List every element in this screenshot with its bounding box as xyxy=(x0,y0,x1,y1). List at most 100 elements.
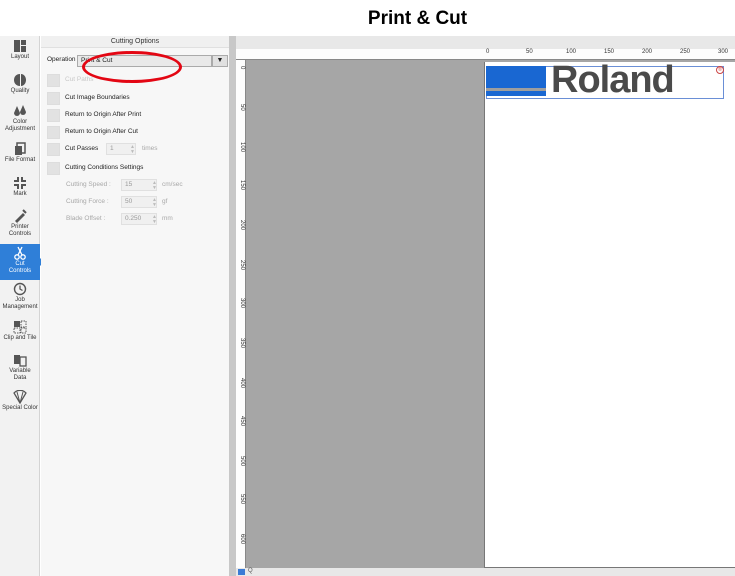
cut-passes-checkbox[interactable] xyxy=(47,143,60,156)
ruler-y-label: 300 xyxy=(239,298,245,309)
rail-item-special-color[interactable]: Special Color xyxy=(0,390,40,416)
ruler-y-label: 0 xyxy=(239,66,245,70)
cut-image-boundaries-label: Cut Image Boundaries xyxy=(65,94,130,101)
ruler-y-label: 150 xyxy=(239,180,245,191)
cut-passes-label: Cut Passes xyxy=(65,145,99,152)
rail-item-mark[interactable]: Mark xyxy=(0,176,40,202)
fit-view-icon[interactable] xyxy=(238,569,245,575)
return-after-cut-label: Return to Origin After Cut xyxy=(65,128,138,135)
vertical-ruler: 0 50 100 150 200 250 300 350 400 450 500… xyxy=(236,60,246,568)
ruler-x-label: 100 xyxy=(566,49,577,55)
blade-offset-spinner-icon[interactable]: ▲ ▼ xyxy=(152,215,157,225)
cutting-force-label: Cutting Force : xyxy=(66,198,109,205)
ruler-y-label: 500 xyxy=(239,456,245,467)
rail-item-label: Printer Controls xyxy=(8,224,32,237)
ruler-y-label: 350 xyxy=(239,338,245,349)
ruler-y-label: 450 xyxy=(239,416,245,427)
clock-icon xyxy=(13,282,27,296)
ruler-y-label: 600 xyxy=(239,534,245,545)
option-cut-paths[interactable]: Cut Paths xyxy=(47,72,222,88)
variable-data-icon xyxy=(14,355,27,367)
cut-image-boundaries-checkbox[interactable] xyxy=(47,92,60,105)
cut-passes-unit: times xyxy=(142,145,158,152)
rail-item-label: Job Management xyxy=(2,297,38,310)
rail-item-label: Quality xyxy=(10,88,30,94)
option-return-after-cut[interactable]: Return to Origin After Cut xyxy=(47,124,222,140)
page-title: Print & Cut xyxy=(367,8,468,29)
option-cut-image-boundaries[interactable]: Cut Image Boundaries xyxy=(47,90,222,106)
ruler-y-label: 400 xyxy=(239,378,245,389)
ruler-x-label: 50 xyxy=(526,49,533,55)
return-after-print-checkbox[interactable] xyxy=(47,109,60,122)
ruler-y-label: 250 xyxy=(239,260,245,271)
roland-logo-text: Roland xyxy=(551,59,675,101)
roland-logo-stripe xyxy=(486,88,546,91)
file-format-icon xyxy=(15,142,26,155)
rail-item-cut-controls[interactable]: Cut Controls xyxy=(0,244,44,280)
return-after-cut-checkbox[interactable] xyxy=(47,126,60,139)
ruler-x-label: 250 xyxy=(680,49,691,55)
ruler-x-label: 0 xyxy=(486,49,490,55)
cutting-conditions-label: Cutting Conditions Settings xyxy=(65,164,144,171)
ruler-x-label: 300 xyxy=(718,49,729,55)
rail-item-printer-controls[interactable]: Printer Controls xyxy=(0,209,40,243)
cutting-speed-label: Cutting Speed : xyxy=(66,181,111,188)
rail-item-label: Layout xyxy=(10,54,29,60)
ruler-x-label: 200 xyxy=(642,49,653,55)
rail-item-quality[interactable]: Quality xyxy=(0,73,40,99)
ruler-y-label: 50 xyxy=(239,104,245,111)
rail-item-job-management[interactable]: Job Management xyxy=(0,282,40,316)
cutting-conditions-checkbox[interactable] xyxy=(47,162,60,175)
cutting-force-spinner-icon[interactable]: ▲ ▼ xyxy=(152,198,157,208)
ruler-y-label: 550 xyxy=(239,494,245,505)
cut-paths-label: Cut Paths xyxy=(65,76,94,83)
rail-item-file-format[interactable]: File Format xyxy=(0,142,40,168)
layout-icon xyxy=(14,40,26,52)
cut-passes-spinner-icon[interactable]: ▲ ▼ xyxy=(130,145,135,155)
color-adjustment-icon xyxy=(14,105,26,116)
operation-mode-dropdown-button[interactable]: ▼ xyxy=(212,55,228,67)
mark-icon xyxy=(14,177,26,189)
rail-item-layout[interactable]: Layout xyxy=(0,39,40,65)
rail-item-color-adjustment[interactable]: Color Adjustment xyxy=(0,104,40,138)
cut-paths-checkbox[interactable] xyxy=(47,74,60,87)
rail-item-label: Cut Controls xyxy=(8,261,32,274)
roland-logo-blue-bar xyxy=(486,66,546,96)
blade-offset-row: Blade Offset : 0.250 ▲ ▼ mm xyxy=(66,212,186,226)
media-sheet xyxy=(484,62,735,568)
registered-mark-icon: ® xyxy=(716,66,724,74)
left-nav-rail: Layout Quality Color Adjustment File For… xyxy=(0,36,44,576)
rail-item-label: Color Adjustment xyxy=(4,119,35,132)
ruler-y-label: 100 xyxy=(239,142,245,153)
option-cutting-conditions[interactable]: Cutting Conditions Settings xyxy=(47,160,222,176)
operation-mode-select[interactable]: Print & Cut xyxy=(77,55,212,67)
cut-passes-control: 1 ▲ ▼ times xyxy=(106,142,166,156)
cutting-speed-spinner-icon[interactable]: ▲ ▼ xyxy=(152,181,157,191)
ruler-y-label: 200 xyxy=(239,220,245,231)
printer-controls-icon xyxy=(15,209,27,223)
cutting-speed-row: Cutting Speed : 15 ▲ ▼ cm/sec xyxy=(66,178,186,192)
panel-header: Cutting Options xyxy=(41,36,229,48)
panel-splitter[interactable] xyxy=(229,36,236,576)
special-color-icon xyxy=(13,390,27,404)
blade-offset-label: Blade Offset : xyxy=(66,215,106,222)
blade-offset-unit: mm xyxy=(162,215,173,222)
rail-item-label: Mark xyxy=(13,191,27,197)
return-after-print-label: Return to Origin After Print xyxy=(65,111,142,118)
rail-item-label: File Format xyxy=(4,157,36,163)
cutting-speed-unit: cm/sec xyxy=(162,181,183,188)
rail-item-variable-data[interactable]: Variable Data xyxy=(0,353,40,387)
rail-item-clip-and-tile[interactable]: Clip and Tile xyxy=(0,320,40,346)
rail-item-label: Special Color xyxy=(2,405,38,411)
option-return-after-print[interactable]: Return to Origin After Print xyxy=(47,107,222,123)
rail-item-label: Clip and Tile xyxy=(3,335,37,341)
canvas-status-bar xyxy=(236,568,735,576)
rail-item-label: Variable Data xyxy=(9,368,31,381)
clip-tile-icon xyxy=(13,320,27,334)
scissors-icon xyxy=(14,246,26,260)
ruler-x-label: 150 xyxy=(604,49,615,55)
cutting-force-unit: gf xyxy=(162,198,168,205)
zoom-icon[interactable]: Q xyxy=(248,568,253,574)
canvas-top-strip xyxy=(236,36,735,49)
cutting-force-row: Cutting Force : 50 ▲ ▼ gf xyxy=(66,195,186,209)
